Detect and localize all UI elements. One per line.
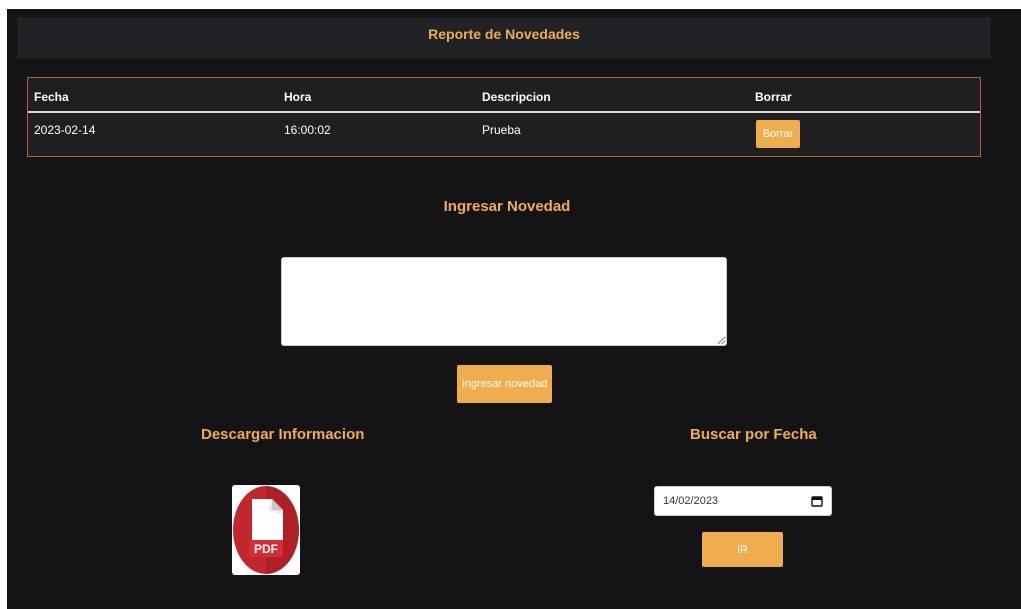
ingresar-novedad-button[interactable]: Ingresar novedad — [457, 365, 552, 403]
buscar-por-fecha-title: Buscar por Fecha — [690, 426, 817, 443]
column-header-descripcion: Descripcion — [482, 90, 551, 104]
page-title: Reporte de Novedades — [428, 26, 580, 42]
date-input[interactable]: 14/02/2023 — [654, 486, 832, 516]
table-header: Fecha Hora Descripcion Borrar — [28, 78, 980, 113]
cell-fecha: 2023-02-14 — [34, 123, 96, 137]
column-header-borrar: Borrar — [755, 90, 792, 104]
date-input-value: 14/02/2023 — [663, 495, 719, 507]
pdf-download-link[interactable]: PDF — [232, 485, 300, 575]
calendar-icon[interactable] — [811, 495, 823, 507]
delete-button[interactable]: Borrar — [756, 120, 800, 148]
column-header-hora: Hora — [284, 90, 312, 104]
ir-button[interactable]: IR — [702, 532, 783, 567]
page-header: Reporte de Novedades — [17, 17, 991, 59]
pdf-icon-label: PDF — [254, 542, 278, 556]
novedad-textarea[interactable] — [281, 257, 727, 346]
cell-hora: 16:00:02 — [284, 123, 331, 137]
novedades-table: Fecha Hora Descripcion Borrar 2023-02-14… — [27, 77, 981, 157]
ingresar-novedad-title: Ingresar Novedad — [443, 198, 571, 215]
descargar-informacion-title: Descargar Informacion — [201, 426, 365, 443]
pdf-file-icon: PDF — [233, 486, 299, 574]
column-header-fecha: Fecha — [34, 90, 69, 104]
app-container: Reporte de Novedades Fecha Hora Descripc… — [7, 9, 1021, 609]
cell-descripcion: Prueba — [482, 123, 521, 137]
